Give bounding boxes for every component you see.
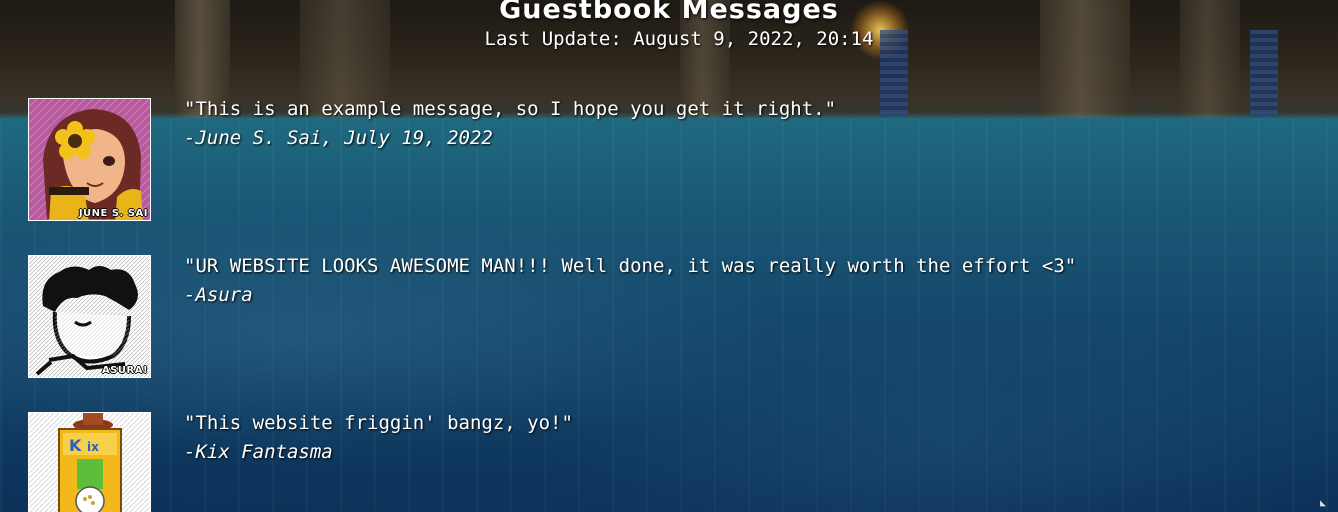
svg-text:ix: ix bbox=[87, 440, 99, 454]
message-text: "UR WEBSITE LOOKS AWESOME MAN!!! Well do… bbox=[184, 255, 1077, 277]
guestbook-entry: ASURA! "UR WEBSITE LOOKS AWESOME MAN!!! … bbox=[28, 255, 1318, 380]
message-author: -Asura bbox=[184, 284, 253, 306]
resize-grip-icon[interactable]: ◣ bbox=[1320, 499, 1330, 509]
message-author: -Kix Fantasma bbox=[184, 441, 333, 463]
guestbook-entry: K ix "This website friggin' bangz, yo!" … bbox=[28, 412, 1318, 512]
message-text: "This website friggin' bangz, yo!" bbox=[184, 412, 573, 434]
guestbook-entry: JUNE S. SAI "This is an example message,… bbox=[28, 98, 1318, 223]
message-author: -June S. Sai, July 19, 2022 bbox=[184, 127, 493, 149]
asura-avatar-icon: ASURA! bbox=[28, 255, 151, 378]
avatar-name-tag: ASURA! bbox=[101, 365, 148, 376]
page-title: Guestbook Messages bbox=[499, 0, 839, 25]
last-update-text: Last Update: August 9, 2022, 20:14 bbox=[484, 28, 874, 50]
avatar-name-tag: JUNE S. SAI bbox=[78, 208, 148, 219]
june-avatar-icon: JUNE S. SAI bbox=[28, 98, 151, 221]
svg-text:K: K bbox=[69, 436, 82, 455]
kix-avatar-icon: K ix bbox=[28, 412, 151, 512]
message-text: "This is an example message, so I hope y… bbox=[184, 98, 837, 120]
